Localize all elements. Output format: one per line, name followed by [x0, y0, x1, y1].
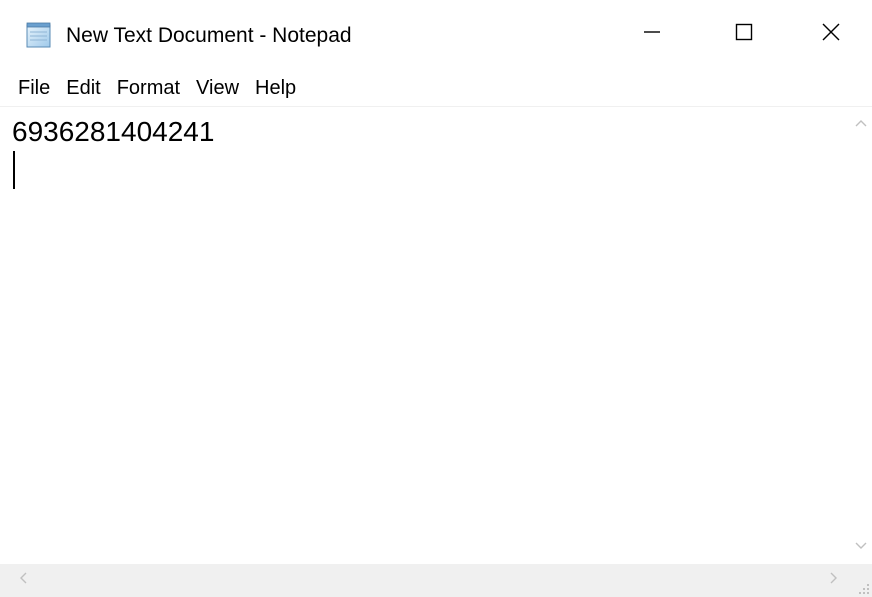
menu-file[interactable]: File	[10, 71, 58, 105]
size-grip[interactable]	[849, 564, 872, 597]
text-editor[interactable]: 6936281404241	[6, 107, 849, 564]
maximize-button[interactable]	[698, 0, 790, 68]
minimize-button[interactable]	[606, 0, 698, 68]
menu-bar: File Edit Format View Help	[0, 70, 872, 106]
close-icon	[821, 22, 841, 47]
chevron-down-icon	[854, 538, 868, 556]
notepad-window: New Text Document - Notepad File Edit Fo…	[0, 0, 872, 597]
resize-grip-icon	[849, 584, 872, 597]
scroll-left-button[interactable]	[8, 564, 38, 597]
chevron-left-icon	[18, 571, 28, 590]
scroll-right-button[interactable]	[819, 564, 849, 597]
menu-help[interactable]: Help	[247, 71, 304, 105]
text-caret	[13, 151, 15, 189]
chevron-right-icon	[829, 571, 839, 590]
vertical-scrollbar[interactable]	[849, 107, 872, 564]
maximize-icon	[734, 22, 754, 47]
scroll-down-button[interactable]	[849, 530, 872, 564]
menu-edit[interactable]: Edit	[58, 71, 108, 105]
chevron-up-icon	[854, 115, 868, 133]
minimize-icon	[642, 22, 662, 47]
horizontal-scrollbar[interactable]	[0, 564, 849, 597]
window-title: New Text Document - Notepad	[66, 24, 352, 47]
scroll-up-button[interactable]	[849, 107, 872, 141]
notepad-icon	[24, 22, 54, 48]
editor-content[interactable]: 6936281404241	[12, 115, 214, 149]
menu-format[interactable]: Format	[109, 71, 188, 105]
menu-view[interactable]: View	[188, 71, 247, 105]
close-button[interactable]	[790, 0, 872, 68]
title-bar[interactable]: New Text Document - Notepad	[0, 0, 872, 68]
